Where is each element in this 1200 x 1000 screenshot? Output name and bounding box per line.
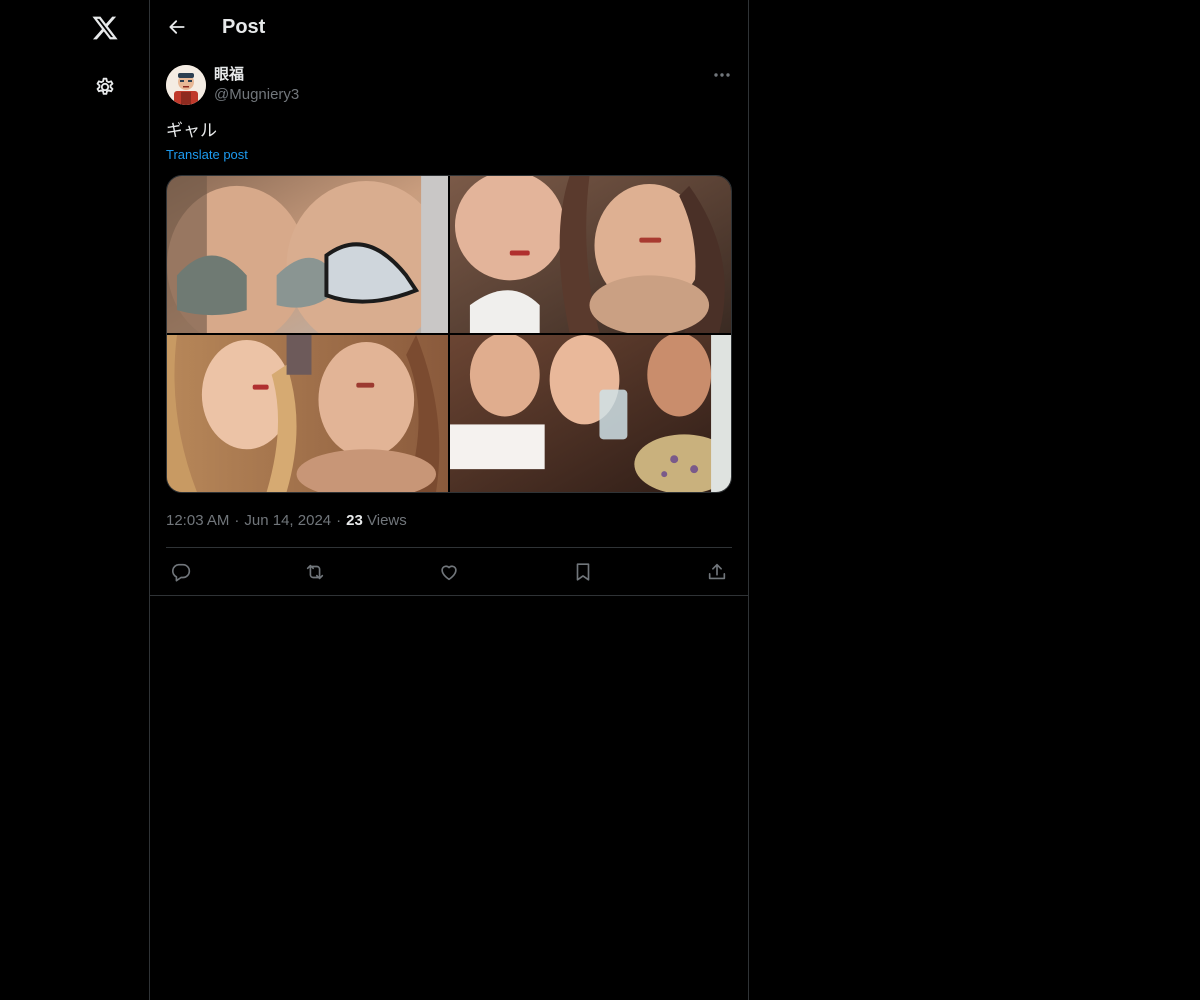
share-button[interactable] — [700, 555, 734, 589]
post-photo[interactable] — [167, 335, 448, 492]
share-icon — [708, 563, 726, 580]
post-actions — [166, 553, 732, 591]
x-logo-icon — [92, 16, 118, 40]
reply-icon — [172, 563, 191, 582]
post-photo[interactable] — [167, 176, 448, 333]
views-count: 23 — [346, 512, 363, 529]
photo-image — [167, 335, 448, 492]
separator-dot: · — [336, 512, 342, 529]
settings-button[interactable] — [81, 63, 129, 111]
main-column: Post 眼福 @Mugniery3 ギャル Translate post 12… — [149, 0, 749, 1000]
more-options-button[interactable] — [706, 63, 738, 87]
avatar[interactable] — [166, 65, 206, 105]
post-detail: 眼福 @Mugniery3 ギャル Translate post 12:03 A… — [150, 53, 748, 596]
post-text: ギャル — [166, 121, 217, 140]
like-button[interactable] — [432, 555, 466, 589]
post-meta: 12:03 AM · Jun 14, 2024 · 23 Views — [166, 511, 407, 531]
author-handle[interactable]: @Mugniery3 — [214, 85, 299, 105]
post-photo[interactable] — [450, 176, 731, 333]
heart-icon — [441, 565, 457, 581]
photo-image — [167, 176, 448, 333]
gear-icon — [96, 77, 114, 95]
back-button[interactable] — [160, 10, 194, 44]
post-date[interactable]: Jun 14, 2024 — [244, 512, 331, 529]
author-name[interactable]: 眼福 — [214, 65, 244, 85]
left-nav — [0, 0, 149, 1000]
post-time[interactable]: 12:03 AM — [166, 512, 229, 529]
divider — [166, 547, 732, 548]
media-grid — [166, 175, 732, 493]
arrow-left-icon — [169, 20, 185, 34]
app-root: Post 眼福 @Mugniery3 ギャル Translate post 12… — [0, 0, 1200, 1000]
more-horizontal-icon — [714, 73, 730, 77]
separator-dot: · — [234, 512, 240, 529]
translate-post-link[interactable]: Translate post — [166, 146, 248, 164]
views-label: Views — [367, 512, 407, 529]
repost-icon — [306, 564, 324, 580]
page-title: Post — [222, 16, 266, 38]
repost-button[interactable] — [298, 555, 332, 589]
post-photo[interactable] — [450, 335, 731, 492]
home-logo-link[interactable] — [81, 4, 129, 52]
photo-image — [450, 335, 731, 492]
page-header: Post — [150, 0, 748, 53]
bookmark-icon — [576, 563, 590, 581]
reply-button[interactable] — [164, 555, 198, 589]
avatar-image — [166, 65, 206, 105]
photo-image — [450, 176, 731, 333]
bookmark-button[interactable] — [566, 555, 600, 589]
